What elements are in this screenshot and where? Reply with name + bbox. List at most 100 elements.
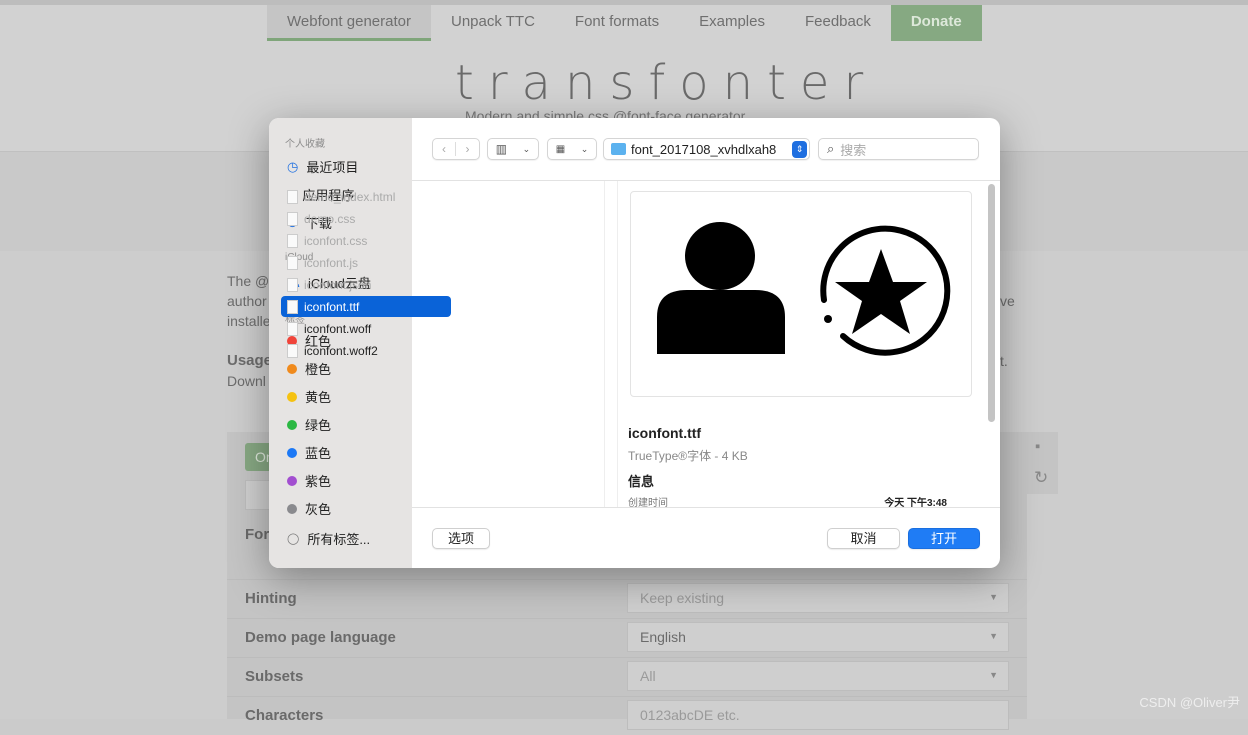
sidebar-item-recents[interactable]: ◷ 最近项目 <box>287 157 358 176</box>
file-icon <box>287 211 298 226</box>
updown-icon: ⇕ <box>792 140 807 158</box>
file-icon <box>287 299 298 314</box>
intro-line: author <box>227 293 267 309</box>
file-name: demo_index.html <box>304 189 396 204</box>
column-divider[interactable] <box>604 181 618 508</box>
main-nav: Webfont generator Unpack TTC Font format… <box>267 5 982 41</box>
file-name: iconfont.ttf <box>304 299 360 314</box>
setting-row-characters: Characters 0123abcDE etc. <box>227 696 1027 735</box>
intro-text-right: ve <box>1000 293 1015 309</box>
back-icon[interactable]: ‹ <box>433 142 457 156</box>
nav-feedback[interactable]: Feedback <box>785 5 891 41</box>
sidebar-item-tag[interactable]: 蓝色 <box>287 443 331 462</box>
grid-icon: ▦ <box>555 143 566 155</box>
sidebar-item-label: 绿色 <box>305 418 332 433</box>
sidebar-item-tag[interactable]: 紫色 <box>287 471 331 490</box>
file-name: iconfont.css <box>304 233 368 248</box>
select-value: Keep existing <box>640 590 725 606</box>
language-select[interactable]: English ▼ <box>627 622 1009 652</box>
file-name: iconfont.json <box>304 277 372 292</box>
file-list-item[interactable]: iconfont.woff <box>281 318 451 339</box>
tag-outline-icon: ◯ <box>287 533 300 545</box>
setting-row-subsets: Subsets All ▼ <box>227 657 1027 696</box>
file-icon <box>287 321 298 336</box>
file-list-item[interactable]: demo_index.html <box>281 186 451 207</box>
divider <box>412 507 1000 508</box>
setting-label: Characters <box>245 707 324 724</box>
forward-icon[interactable]: › <box>456 142 479 156</box>
file-list-item[interactable]: iconfont.css <box>281 230 451 251</box>
preview-kind: TrueType®字体 - 4 KB <box>628 449 748 463</box>
nav-font-formats[interactable]: Font formats <box>555 5 679 41</box>
caret-down-icon: ▼ <box>989 670 998 680</box>
view-mode-button[interactable]: ▥ ⌄ <box>487 138 539 160</box>
sidebar-item-tag[interactable]: 绿色 <box>287 415 331 434</box>
intro-text: The @f author installe <box>227 271 273 331</box>
file-icon <box>287 233 298 248</box>
file-list-item[interactable]: iconfont.woff2 <box>281 340 451 361</box>
nav-unpack-ttc[interactable]: Unpack TTC <box>431 5 555 41</box>
file-list-item[interactable]: iconfont.js <box>281 252 451 273</box>
caret-down-icon: ▼ <box>989 592 998 602</box>
nav-examples[interactable]: Examples <box>679 5 785 41</box>
side-tools: ▪ ↻ <box>1027 432 1058 494</box>
tag-color-dot-icon <box>287 363 297 374</box>
group-button[interactable]: ▦ ⌄ <box>547 138 597 160</box>
folder-popup[interactable]: font_2017108_xvhdlxah8 ⇕ <box>603 138 810 160</box>
font-glyphs-preview <box>657 222 951 356</box>
setting-row-language: Demo page language English ▼ <box>227 618 1027 657</box>
file-name: iconfont.woff2 <box>304 343 378 358</box>
intro-line: The @f <box>227 273 274 289</box>
tag-color-dot-icon <box>287 503 297 514</box>
formats-label: For <box>245 526 270 543</box>
sidebar-item-tag[interactable]: 橙色 <box>287 359 331 378</box>
cancel-button[interactable]: 取消 <box>827 528 900 549</box>
sidebar-item-all-tags[interactable]: ◯ 所有标签... <box>287 529 370 548</box>
logo: transfonter <box>455 55 878 111</box>
download-text: Downl <box>227 373 266 389</box>
save-icon[interactable]: ▪ <box>1035 438 1040 455</box>
columns-view-icon: ▥ <box>495 142 508 156</box>
setting-label: Demo page language <box>245 629 396 646</box>
sidebar-item-label: 紫色 <box>305 474 332 489</box>
file-list-item[interactable]: iconfont.ttf <box>281 296 451 317</box>
sidebar-item-label: 灰色 <box>305 502 332 517</box>
nav-webfont-generator[interactable]: Webfont generator <box>267 5 431 41</box>
sidebar-item-label: 蓝色 <box>305 446 332 461</box>
file-list-item[interactable]: demo.css <box>281 208 451 229</box>
open-button[interactable]: 打开 <box>908 528 980 549</box>
setting-label: Hinting <box>245 590 297 607</box>
file-name: demo.css <box>304 211 356 226</box>
sidebar-item-tag[interactable]: 灰色 <box>287 499 331 518</box>
setting-label: Subsets <box>245 668 304 685</box>
subsets-select[interactable]: All ▼ <box>627 661 1009 691</box>
file-list-item[interactable]: iconfont.json <box>281 274 451 295</box>
preview-filename: iconfont.ttf <box>628 425 702 441</box>
tag-color-dot-icon <box>287 419 297 430</box>
clock-icon: ◷ <box>287 158 299 174</box>
options-button[interactable]: 选项 <box>432 528 490 549</box>
tag-color-dot-icon <box>287 475 297 486</box>
hinting-select[interactable]: Keep existing ▼ <box>627 583 1009 613</box>
file-icon <box>287 255 298 270</box>
preview-thumbnail <box>630 191 972 397</box>
file-icon <box>287 343 298 358</box>
search-field[interactable]: ⌕ 搜索 <box>818 138 979 160</box>
refresh-icon[interactable]: ↻ <box>1034 468 1048 488</box>
tag-color-dot-icon <box>287 391 297 402</box>
intro-line: installe <box>227 313 271 329</box>
favorites-header: 个人收藏 <box>285 139 325 150</box>
sidebar-item-label: 所有标签... <box>307 532 371 547</box>
preview-scrollbar[interactable] <box>988 184 995 422</box>
back-forward-buttons: ‹ › <box>432 138 480 160</box>
sidebar-item-label: 黄色 <box>305 390 332 405</box>
chevron-down-icon: ⌄ <box>580 143 589 154</box>
open-file-dialog: 个人收藏 ◷最近项目 ⩓应用程序 ⊕下载 iCloud ☁iCloud云盘 标签… <box>269 118 1000 568</box>
select-value: English <box>640 629 686 645</box>
nav-donate[interactable]: Donate <box>890 5 982 41</box>
sidebar-item-label: 最近项目 <box>306 160 359 175</box>
sidebar-item-tag[interactable]: 黄色 <box>287 387 331 406</box>
divider <box>412 180 1000 181</box>
input-placeholder: 0123abcDE etc. <box>640 707 740 723</box>
characters-input[interactable]: 0123abcDE etc. <box>627 700 1009 730</box>
